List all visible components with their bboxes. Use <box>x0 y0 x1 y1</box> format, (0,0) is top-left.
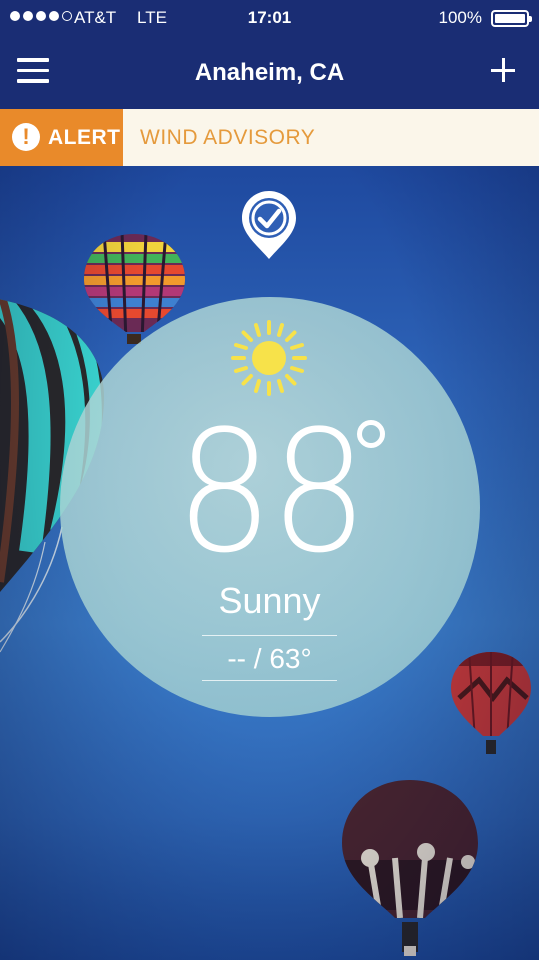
location-title[interactable]: Anaheim, CA <box>0 59 539 87</box>
degree-symbol <box>357 420 385 448</box>
high-low-temperature: -- / 63° <box>227 643 312 674</box>
add-location-button[interactable] <box>487 52 521 86</box>
divider-bottom <box>202 680 337 681</box>
divider-top <box>202 635 337 636</box>
weather-alert-banner[interactable]: ! ALERT WIND ADVISORY <box>0 109 539 166</box>
alert-label: ALERT <box>48 126 121 149</box>
alert-tag: ! ALERT <box>0 109 123 166</box>
location-check-icon[interactable] <box>238 188 300 262</box>
status-bar: AT&T LTE 17:01 100% <box>0 0 539 38</box>
weather-condition: Sunny <box>218 580 321 621</box>
battery-percentage: 100% <box>438 8 482 27</box>
current-temperature: 88 <box>0 408 539 576</box>
exclamation-icon: ! <box>12 123 40 151</box>
sun-icon <box>231 320 307 396</box>
battery-icon <box>491 10 532 27</box>
alert-text: WIND ADVISORY <box>140 126 316 149</box>
temperature-number: 88 <box>174 394 368 590</box>
balloon-brown-large <box>342 780 478 956</box>
navigation-bar: Anaheim, CA <box>0 38 539 109</box>
weather-screen: AT&T LTE 17:01 100% Anaheim, CA ! ALERT … <box>0 0 539 960</box>
